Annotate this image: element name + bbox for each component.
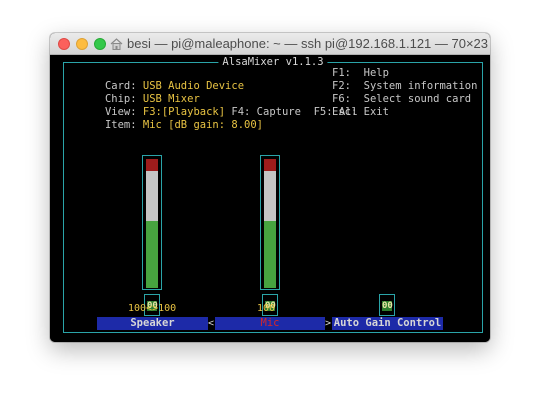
- speaker-volume-gauge[interactable]: [142, 155, 162, 290]
- minimize-button[interactable]: [76, 38, 88, 50]
- help-item-esc: Esc: Exit: [332, 106, 389, 119]
- nav-right-arrow: >: [325, 318, 332, 329]
- help-item-f2: F2: System information: [332, 80, 477, 93]
- help-label: System information: [363, 80, 478, 92]
- meter-red-segment: [264, 159, 276, 171]
- terminal-window: besi — pi@maleaphone: ~ — ssh pi@192.168…: [50, 33, 490, 342]
- title-bar[interactable]: besi — pi@maleaphone: ~ — ssh pi@192.168…: [50, 33, 490, 55]
- channel-auto-gain-control[interactable]: Auto Gain Control: [332, 317, 443, 330]
- help-label: Select sound card: [363, 93, 472, 105]
- agc-switch[interactable]: 00: [379, 294, 395, 316]
- meter-white-segment: [264, 171, 276, 221]
- help-key: F6:: [332, 93, 351, 105]
- help-item-f1: F1: Help: [332, 67, 389, 80]
- close-button[interactable]: [58, 38, 70, 50]
- help-key: F1:: [332, 67, 351, 79]
- window-title-text: besi — pi@maleaphone: ~ — ssh pi@192.168…: [127, 36, 489, 51]
- help-label: Help: [363, 67, 389, 79]
- channel-speaker[interactable]: Speaker: [97, 317, 208, 330]
- meter-white-segment: [146, 171, 158, 221]
- mic-volume-value: 100: [257, 303, 276, 314]
- meter-green-segment: [264, 221, 276, 288]
- meter-green-segment: [146, 221, 158, 288]
- agc-switch-label: 00: [382, 301, 393, 311]
- terminal-content[interactable]: AlsaMixer v1.1.3 Card: USB Audio Device …: [50, 55, 490, 342]
- nav-left-arrow: <: [208, 318, 215, 329]
- help-key: Esc:: [332, 106, 358, 118]
- mic-volume-gauge[interactable]: [260, 155, 280, 290]
- help-item-f6: F6: Select sound card: [332, 93, 471, 106]
- home-icon: [110, 38, 123, 53]
- zoom-button[interactable]: [94, 38, 106, 50]
- item-line: Item: Mic [dB gain: 8.00]: [67, 106, 263, 145]
- meter-red-segment: [146, 159, 158, 171]
- help-key: F2:: [332, 80, 351, 92]
- speaker-volume-value: 100<>100: [128, 303, 177, 314]
- channel-mic[interactable]: Mic: [215, 317, 325, 330]
- help-label: Exit: [363, 106, 389, 118]
- window-title: besi — pi@maleaphone: ~ — ssh pi@192.168…: [110, 36, 488, 53]
- item-value: Mic [dB gain: 8.00]: [142, 119, 263, 131]
- item-key: Item:: [104, 119, 137, 131]
